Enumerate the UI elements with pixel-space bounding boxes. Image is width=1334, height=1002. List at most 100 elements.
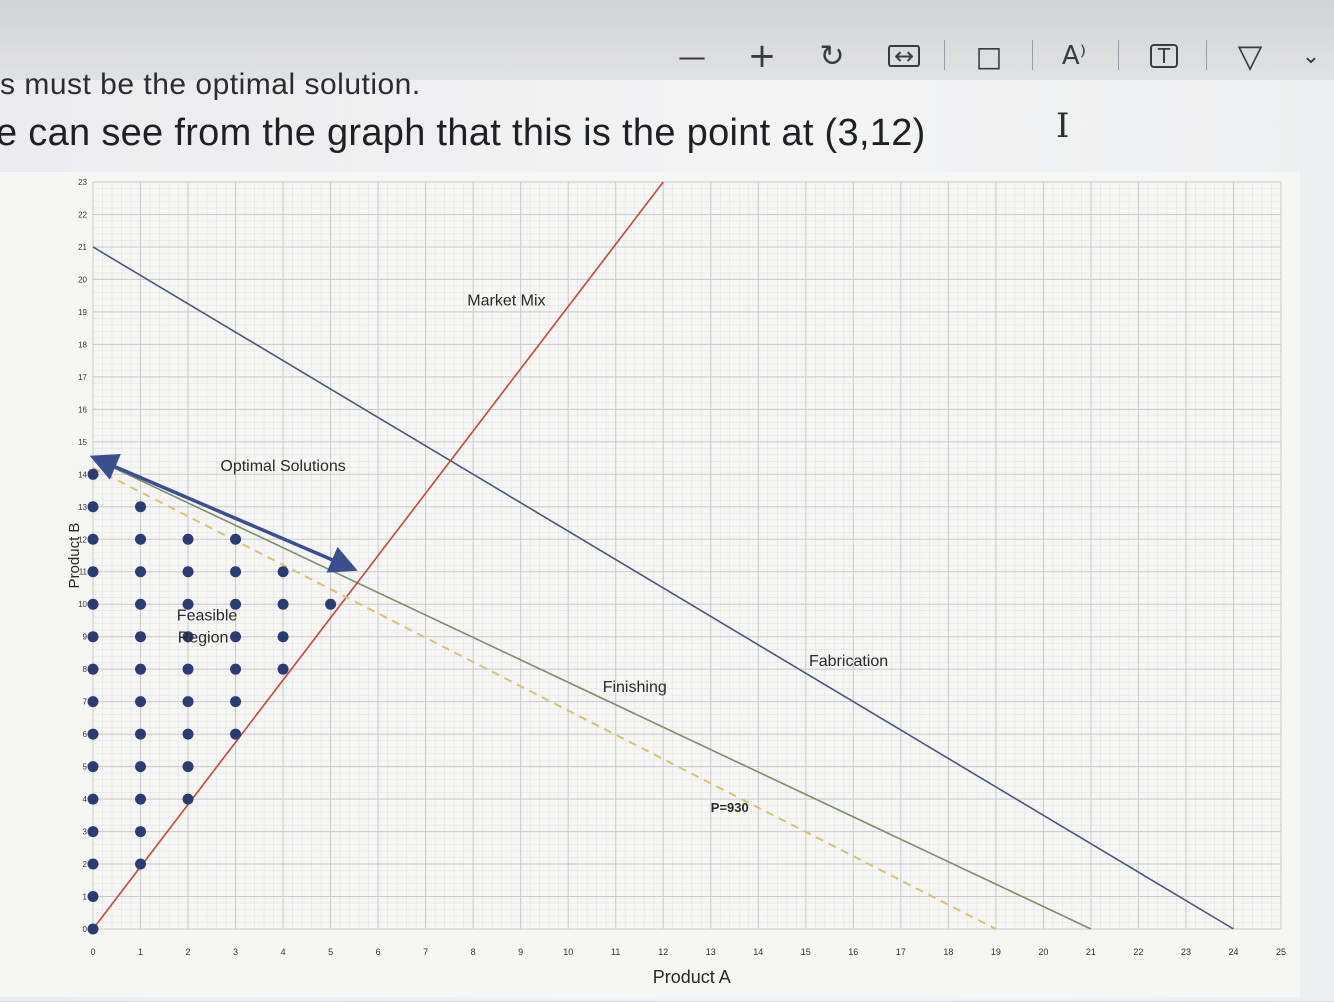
- feasible-point: [87, 598, 99, 610]
- feasible-point: [230, 696, 242, 708]
- feasible-point: [87, 923, 99, 935]
- toolbar-separator: [944, 40, 945, 70]
- y-tick-label: 1: [83, 893, 88, 902]
- feasible-point: [182, 566, 194, 578]
- feasible-point: [87, 533, 99, 545]
- x-tick-label: 8: [471, 947, 476, 957]
- chevron-down-icon[interactable]: ⌄: [1294, 36, 1328, 76]
- grid-major: [92, 181, 1282, 930]
- x-tick-label: 24: [1228, 947, 1238, 957]
- series-line-p-930: [92, 466, 997, 930]
- toolbar-separator: [1206, 40, 1207, 70]
- y-tick-label: 17: [78, 373, 87, 382]
- feasible-point: [87, 501, 99, 513]
- grid-minor: [92, 181, 1282, 930]
- toolbar-separator: [1118, 40, 1119, 70]
- y-tick-label: 21: [78, 243, 87, 252]
- x-tick-label: 25: [1276, 947, 1286, 957]
- x-tick-label: 6: [376, 947, 381, 957]
- feasible-point: [135, 566, 147, 578]
- text-box-icon-frame: T: [1149, 44, 1179, 68]
- feasible-point: [230, 631, 242, 643]
- feasible-point: [87, 793, 99, 805]
- y-tick-label: 19: [78, 308, 87, 317]
- y-tick-label: 16: [78, 405, 87, 414]
- y-tick-label: 14: [78, 470, 87, 479]
- y-tick-label: 15: [78, 438, 87, 447]
- annotation-market-mix: Market Mix: [467, 292, 545, 309]
- feasible-point: [277, 663, 289, 675]
- y-tick-label: 22: [78, 210, 87, 219]
- feasible-point: [135, 663, 147, 675]
- annotation-fabrication: Fabrication: [809, 653, 888, 670]
- x-tick-label: 4: [281, 947, 286, 957]
- annotation-p-930: P=930: [711, 800, 749, 815]
- zoom-in-icon[interactable]: +: [742, 36, 782, 76]
- document-text-cut-line: s must be the optimal solution.: [0, 68, 421, 101]
- x-tick-label: 12: [658, 947, 668, 957]
- feasible-point: [182, 728, 194, 740]
- series-line-finishing: [92, 457, 1092, 930]
- feasible-point: [182, 793, 194, 805]
- feasible-point: [135, 793, 147, 805]
- text-box-icon[interactable]: T: [1144, 36, 1184, 76]
- text-cursor-icon: I: [1056, 106, 1070, 146]
- x-tick-label: 14: [753, 947, 763, 957]
- x-tick-label: 1: [138, 947, 143, 957]
- y-tick-label: 8: [83, 665, 88, 674]
- y-tick-label: 3: [83, 828, 88, 837]
- x-tick-label: 22: [1133, 947, 1143, 957]
- x-tick-label: 19: [991, 947, 1001, 957]
- x-tick-label: 20: [1038, 947, 1048, 957]
- feasible-point: [135, 826, 147, 838]
- x-tick-label: 9: [518, 947, 523, 957]
- feasible-point: [87, 663, 99, 675]
- rotate-icon[interactable]: ↻: [812, 36, 852, 76]
- feasible-point: [182, 663, 194, 675]
- x-tick-label: 10: [563, 947, 573, 957]
- feasible-point: [277, 631, 289, 643]
- page-view-icon[interactable]: □: [966, 36, 1012, 76]
- fit-width-icon[interactable]: ↔: [884, 36, 924, 76]
- feasible-point: [135, 858, 147, 870]
- feasible-point: [135, 696, 147, 708]
- zoom-out-icon[interactable]: —: [672, 36, 712, 76]
- y-tick-label: 0: [83, 925, 88, 934]
- feasible-point: [135, 501, 147, 513]
- x-tick-label: 18: [943, 947, 953, 957]
- x-tick-label: 2: [186, 947, 191, 957]
- y-tick-label: 20: [78, 275, 87, 284]
- read-aloud-icon[interactable]: A⁾: [1052, 36, 1096, 76]
- feasible-point: [277, 566, 289, 578]
- y-tick-label: 2: [83, 860, 88, 869]
- x-tick-label: 11: [611, 947, 620, 957]
- feasible-point: [135, 598, 147, 610]
- annotation-line: Region: [178, 629, 229, 646]
- feasible-point: [230, 663, 242, 675]
- feasible-point: [87, 858, 99, 870]
- feasible-point: [135, 728, 147, 740]
- annotation-optimal-solutions: Optimal Solutions: [220, 458, 345, 475]
- x-tick-label: 7: [423, 947, 428, 957]
- feasible-point: [325, 598, 337, 610]
- feasible-point: [87, 728, 99, 740]
- annotation-line: Feasible: [177, 607, 238, 624]
- x-tick-label: 13: [706, 947, 716, 957]
- chart-container: 0 1 2 3 4 5 6 7 8 9 10 11 12 13 14 15 16 17 18 19 20 21 22 23 24…: [0, 172, 1300, 997]
- x-tick-label: 23: [1181, 947, 1191, 957]
- feasible-point: [230, 533, 242, 545]
- feasible-point: [230, 728, 242, 740]
- feasible-point: [182, 533, 194, 545]
- highlight-icon[interactable]: ▽: [1228, 36, 1272, 76]
- feasible-point: [87, 891, 99, 903]
- feasible-point: [87, 761, 99, 773]
- feasible-point: [135, 533, 147, 545]
- x-tick-label: 15: [801, 947, 811, 957]
- chart-svg: 0 1 2 3 4 5 6 7 8 9 10 11 12 13 14 15 16 17 18 19 20 21 22 23 24…: [66, 178, 1286, 987]
- feasible-point: [182, 761, 194, 773]
- annotation-finishing: Finishing: [603, 679, 667, 696]
- feasible-point: [87, 826, 99, 838]
- feasible-point: [87, 631, 99, 643]
- feasible-point: [277, 598, 289, 610]
- y-tick-label: 13: [78, 503, 87, 512]
